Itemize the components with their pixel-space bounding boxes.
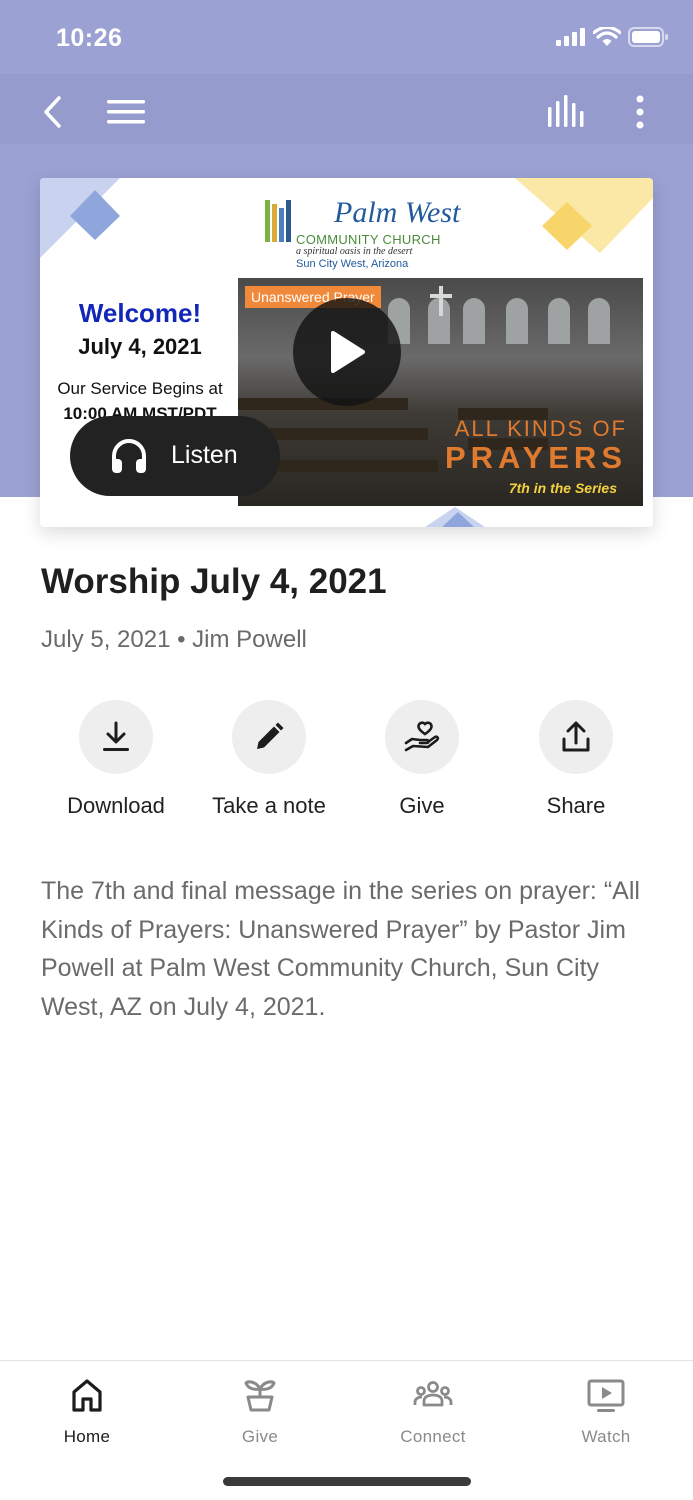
- play-icon: [331, 331, 365, 373]
- sermon-meta: July 5, 2021 • Jim Powell: [41, 626, 307, 653]
- take-note-button[interactable]: Take a note: [194, 700, 344, 819]
- pencil-icon: [257, 722, 284, 749]
- series-line1: ALL KINDS OF: [454, 416, 627, 441]
- plant-icon: [244, 1380, 276, 1412]
- wifi-icon: [593, 27, 621, 46]
- tab-home-label: Home: [63, 1427, 111, 1446]
- church-name: Palm West: [334, 196, 461, 229]
- share-button[interactable]: Share: [501, 700, 651, 819]
- tab-give[interactable]: Give: [190, 1375, 330, 1447]
- menu-button[interactable]: [104, 90, 148, 134]
- download-button[interactable]: Download: [41, 700, 191, 819]
- church-tagline: a spiritual oasis in the desert: [296, 246, 413, 257]
- sermon-detail-screen: 10:26 Palm West COMMUNITY CHURCH a spiri…: [0, 0, 693, 1500]
- cellular-signal-icon: [556, 28, 585, 46]
- share-icon: [562, 721, 590, 752]
- status-bar: 10:26: [0, 0, 693, 74]
- give-label: Give: [399, 793, 445, 818]
- welcome-date: July 4, 2021: [78, 334, 202, 359]
- listen-button[interactable]: Listen: [70, 416, 280, 496]
- home-icon: [72, 1379, 102, 1412]
- share-label: Share: [546, 793, 606, 818]
- battery-icon: [628, 27, 668, 47]
- church-logo-icon: [265, 200, 291, 242]
- church-location: Sun City West, Arizona: [296, 258, 409, 270]
- tv-play-icon: [587, 1379, 625, 1412]
- cross-icon: [430, 286, 452, 316]
- take-note-label: Take a note: [212, 793, 326, 818]
- series-line3: 7th in the Series: [508, 480, 617, 496]
- action-row: Download Take a note Give Share: [0, 700, 693, 830]
- people-icon: [413, 1381, 453, 1407]
- series-line2: PRAYERS: [444, 440, 627, 475]
- more-button[interactable]: [618, 90, 662, 134]
- welcome-text: Welcome!: [78, 298, 202, 328]
- hand-heart-icon: [404, 721, 440, 752]
- tab-give-label: Give: [241, 1427, 279, 1446]
- sermon-description: The 7th and final message in the series …: [41, 877, 640, 1021]
- listen-label: Listen: [171, 441, 238, 469]
- give-button[interactable]: Give: [347, 700, 497, 819]
- waveform-icon: [548, 95, 584, 127]
- nav-bar: [0, 74, 693, 146]
- hamburger-icon: [107, 100, 145, 124]
- play-button[interactable]: [293, 298, 401, 406]
- church-line: COMMUNITY CHURCH: [296, 232, 441, 247]
- home-indicator: [223, 1477, 471, 1486]
- more-vertical-icon: [636, 95, 644, 129]
- headphones-icon: [112, 439, 146, 473]
- back-button[interactable]: [30, 90, 74, 134]
- audio-button[interactable]: [544, 90, 588, 134]
- tab-connect[interactable]: Connect: [363, 1375, 503, 1447]
- tab-home[interactable]: Home: [17, 1375, 157, 1447]
- tab-watch[interactable]: Watch: [536, 1375, 676, 1447]
- sermon-artwork: Unanswered Prayer ALL KINDS OF PRAYERS 7…: [238, 278, 643, 506]
- download-icon: [103, 721, 129, 751]
- service-line: Our Service Begins at: [57, 379, 223, 398]
- chevron-left-icon: [44, 96, 61, 128]
- tab-watch-label: Watch: [581, 1427, 631, 1446]
- page-title: Worship July 4, 2021: [41, 562, 387, 601]
- download-label: Download: [67, 793, 165, 818]
- media-card[interactable]: Palm West COMMUNITY CHURCH a spiritual o…: [40, 178, 653, 527]
- tab-connect-label: Connect: [400, 1427, 466, 1446]
- status-time: 10:26: [56, 24, 123, 52]
